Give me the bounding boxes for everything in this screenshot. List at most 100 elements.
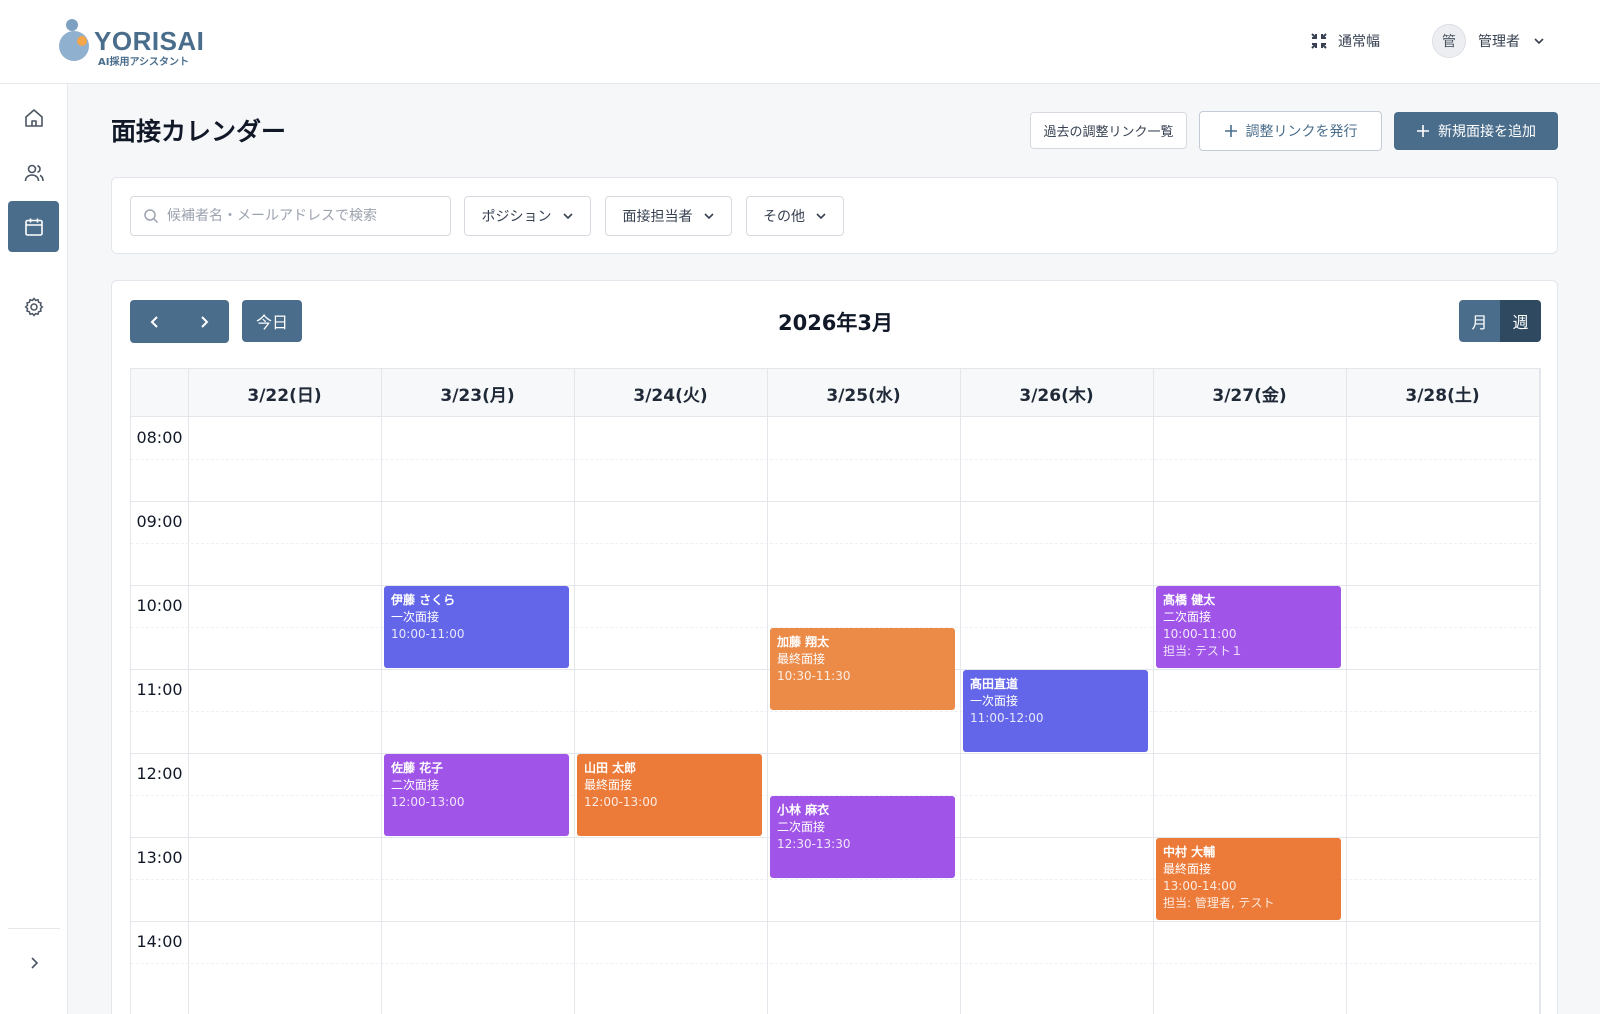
column-separator <box>1346 369 1347 1014</box>
event-candidate-name: 髙橋 健太 <box>1163 593 1216 607</box>
sidebar-divider <box>8 928 60 929</box>
prev-week-button[interactable] <box>130 300 180 343</box>
interview-event[interactable]: 加藤 翔太 最終面接 10:30-11:30 <box>770 628 955 710</box>
view-week-button[interactable]: 週 <box>1500 300 1541 342</box>
event-time: 12:00-13:00 <box>391 795 465 809</box>
event-candidate-name: 髙田直道 <box>970 677 1019 691</box>
top-header: YORISAI AI採用アシスタント 通常幅 管 管理者 <box>0 0 1600 84</box>
day-header: 3/25(水) <box>826 385 901 406</box>
event-stage: 最終面接 <box>777 652 826 666</box>
position-filter-dropdown[interactable]: ポジション <box>464 196 591 236</box>
event-stage: 一次面接 <box>391 610 440 624</box>
half-hour-gridline <box>131 711 1540 712</box>
yorisai-logo[interactable]: YORISAI AI採用アシスタント <box>58 16 208 68</box>
column-separator <box>188 369 189 1014</box>
time-label: 12:00 <box>136 764 183 783</box>
search-field[interactable] <box>130 196 451 236</box>
users-icon <box>24 164 44 181</box>
event-time: 10:00-11:00 <box>391 627 465 641</box>
search-input[interactable] <box>167 208 427 224</box>
half-hour-gridline <box>131 543 1540 544</box>
event-time: 12:00-13:00 <box>584 795 658 809</box>
week-nav <box>130 300 229 343</box>
interview-event[interactable]: 小林 麻衣二次面接 12:30-13:30 <box>770 796 955 878</box>
interview-event[interactable]: 中村 大輔最終面接 13:00-14:00 担当: 管理者, テスト <box>1156 838 1341 920</box>
sidebar-item-home[interactable] <box>8 92 59 143</box>
day-header: 3/28(土) <box>1405 385 1480 406</box>
home-icon <box>24 108 43 127</box>
interview-event[interactable]: 伊藤 さくら 一次面接 10:00-11:00 <box>384 586 569 668</box>
issue-link-button[interactable]: 調整リンクを発行 <box>1199 111 1382 151</box>
logo-mark-icon <box>59 19 89 61</box>
column-separator <box>1539 369 1540 1014</box>
calendar-icon <box>24 218 43 236</box>
next-week-button[interactable] <box>180 300 230 343</box>
event-stage: 最終面接 <box>584 778 633 792</box>
sidebar-item-candidates[interactable] <box>8 147 59 198</box>
past-links-label: 過去の調整リンク一覧 <box>1043 125 1174 140</box>
compress-icon <box>1311 33 1327 49</box>
interview-event[interactable]: 髙橋 健太 二次面接 10:00-11:00 担当: テスト１ <box>1156 586 1341 668</box>
hour-gridline <box>131 753 1540 754</box>
event-candidate-name: 中村 大輔 <box>1163 845 1216 859</box>
interview-event[interactable]: 佐藤 花子二次面接 12:00-13:00 <box>384 754 569 836</box>
interview-event[interactable]: 髙田直道一次面接 11:00-12:00 <box>963 670 1148 752</box>
chevron-down-icon <box>562 213 573 220</box>
page-title: 面接カレンダー <box>111 117 287 146</box>
user-name: 管理者 <box>1478 34 1520 50</box>
event-time: 13:00-14:00 <box>1163 879 1237 893</box>
event-stage: 最終面接 <box>1163 862 1212 876</box>
sidebar-expand-button[interactable] <box>8 937 59 988</box>
event-time: 11:00-12:00 <box>970 711 1044 725</box>
interviewer-filter-label: 面接担当者 <box>622 209 693 225</box>
calendar-title: 2026年3月 <box>777 311 894 335</box>
user-menu[interactable]: 管 管理者 <box>1432 24 1546 58</box>
view-month-button[interactable]: 月 <box>1459 300 1500 342</box>
event-candidate-name: 山田 太郎 <box>584 761 637 775</box>
chevron-down-icon <box>1534 38 1544 45</box>
event-stage: 二次面接 <box>777 820 826 834</box>
issue-link-label: 調整リンクを発行 <box>1245 124 1358 140</box>
time-label: 08:00 <box>136 428 183 447</box>
half-hour-gridline <box>131 963 1540 964</box>
time-label: 10:00 <box>136 596 183 615</box>
event-stage: 一次面接 <box>970 694 1019 708</box>
width-toggle-button[interactable]: 通常幅 <box>1310 28 1380 54</box>
day-header: 3/27(金) <box>1212 385 1287 406</box>
event-candidate-name: 小林 麻衣 <box>777 803 830 817</box>
event-time: 12:30-13:30 <box>777 837 851 851</box>
plus-icon <box>1417 125 1429 137</box>
add-interview-label: 新規面接を追加 <box>1438 124 1536 140</box>
half-hour-gridline <box>131 459 1540 460</box>
event-candidate-name: 加藤 翔太 <box>777 635 830 649</box>
interviewer-filter-dropdown[interactable]: 面接担当者 <box>605 196 732 236</box>
chevron-down-icon <box>816 213 826 220</box>
past-links-button[interactable]: 過去の調整リンク一覧 <box>1030 112 1187 149</box>
add-interview-button[interactable]: 新規面接を追加 <box>1394 112 1558 150</box>
time-label: 14:00 <box>136 932 183 951</box>
today-button[interactable]: 今日 <box>242 300 302 342</box>
sidebar-item-settings[interactable] <box>8 281 59 332</box>
avatar: 管 <box>1432 24 1466 58</box>
column-separator <box>767 369 768 1014</box>
view-toggle: 月 週 <box>1459 300 1541 342</box>
other-filter-dropdown[interactable]: その他 <box>746 196 844 236</box>
time-label: 09:00 <box>136 512 183 531</box>
chevron-left-icon <box>150 315 158 328</box>
week-grid: 3/22(日) 3/23(月) 3/24(火) 3/25(水) 3/26(木) 3/27(… <box>130 368 1541 1014</box>
day-header: 3/22(日) <box>247 385 322 406</box>
position-filter-label: ポジション <box>481 209 552 225</box>
sidebar <box>0 84 68 1014</box>
event-candidate-name: 佐藤 花子 <box>391 761 444 775</box>
plus-icon <box>1224 125 1237 137</box>
day-header-row: 3/22(日) 3/23(月) 3/24(火) 3/25(水) 3/26(木) 3/27(… <box>131 369 1540 417</box>
column-separator <box>574 369 575 1014</box>
column-separator <box>381 369 382 1014</box>
interview-event[interactable]: 山田 太郎最終面接 12:00-13:00 <box>577 754 762 836</box>
day-header: 3/24(火) <box>633 385 708 406</box>
hour-gridline <box>131 501 1540 502</box>
event-assignee: 担当: 管理者, テスト <box>1163 896 1275 910</box>
event-stage: 二次面接 <box>391 778 440 792</box>
column-separator <box>1153 369 1154 1014</box>
sidebar-item-calendar[interactable] <box>8 201 59 252</box>
